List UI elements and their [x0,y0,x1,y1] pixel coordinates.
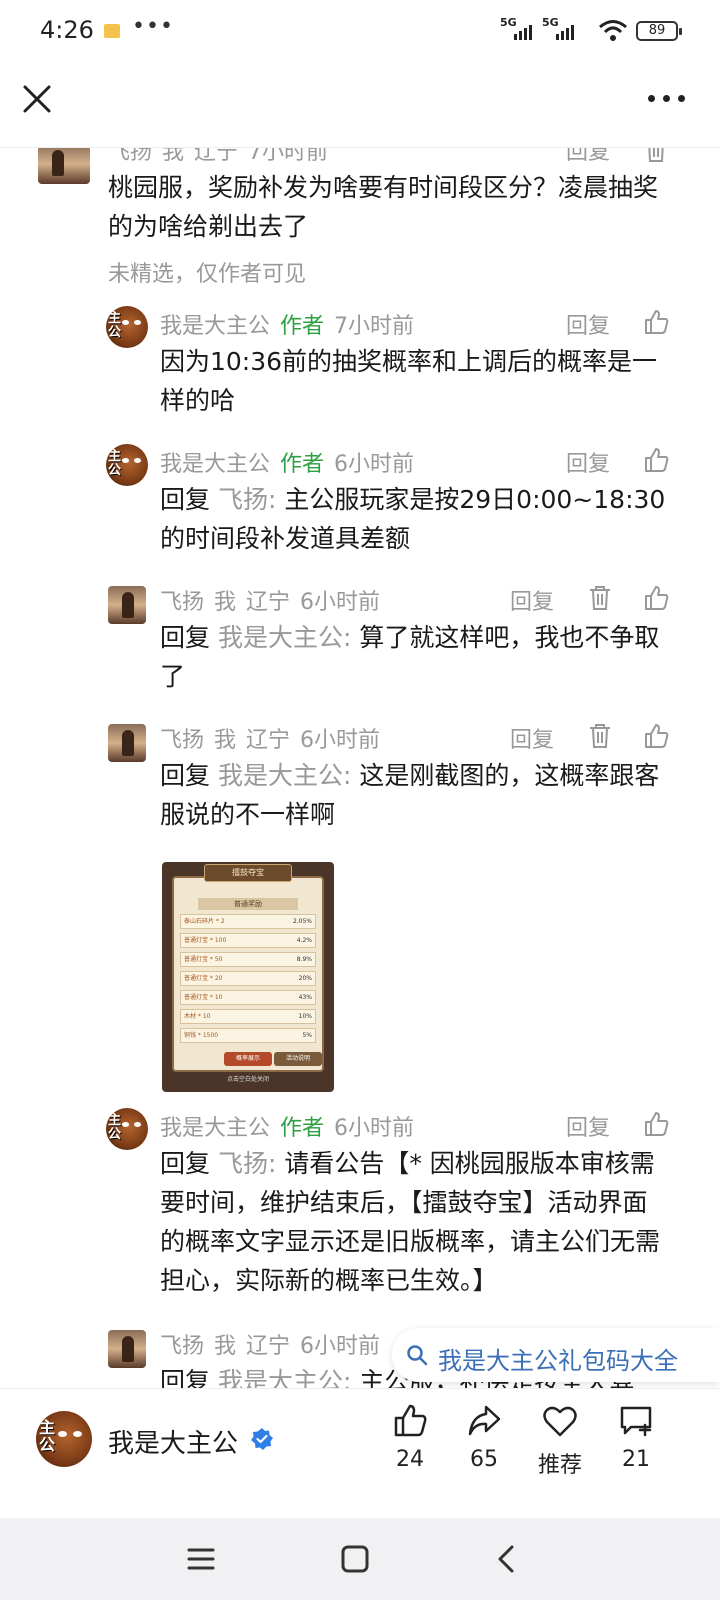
reply-target[interactable]: 我是大主公: [218,761,351,790]
image-row: 普通灯宝 * 50 8.9% [180,952,316,967]
image-row: 普通灯宝 * 20 20% [180,971,316,986]
image-title: 擂鼓夺宝 [204,864,292,882]
comment-meta: 我是大主公 作者 6小时前 [160,452,415,477]
home-icon[interactable] [338,1542,372,1576]
image-button: 概率展示 [224,1052,272,1066]
recommend-label: 推荐 [537,1453,582,1478]
comment-meta: 我是大主公 作者 7小时前 [160,314,415,339]
avatar[interactable]: 主公 [106,306,148,348]
delete-icon[interactable] [642,148,670,164]
avatar[interactable] [108,1330,146,1368]
delete-icon[interactable] [586,722,614,750]
comment-icon [620,1406,652,1437]
image-row: 泰山石碎片 * 2 2.05% [180,914,316,929]
thumbs-up-icon[interactable] [642,308,670,336]
share-button[interactable]: 65 [452,1403,516,1499]
image-row: 普通灯宝 * 10 43% [180,990,316,1005]
avatar[interactable] [108,586,146,624]
image-subtitle: 普通奖励 [198,898,298,910]
battery-icon: 89 [636,21,682,41]
comment-text: 桃园服，奖励补发为啥要有时间段区分？凌晨抽奖的为啥给剃出去了 [108,173,659,241]
reply-target[interactable]: 飞扬: [218,485,276,514]
comment-image[interactable]: 擂鼓夺宝 普通奖励 泰山石碎片 * 2 2.05% 普通灯宝 * 100 4.2% … [162,862,334,1092]
delete-icon[interactable] [586,584,614,612]
wifi-icon [599,20,627,41]
like-count: 24 [396,1447,424,1472]
reply-button[interactable]: 回复 [566,1110,610,1142]
comment-count: 21 [622,1447,650,1472]
recommend-button[interactable]: 推荐 [528,1403,592,1499]
back-icon[interactable] [490,1542,524,1576]
comment-button[interactable]: 21 [604,1403,668,1499]
image-button: 活动说明 [274,1052,322,1066]
share-count: 65 [470,1447,498,1472]
menu-icon[interactable] [184,1542,218,1576]
thumbs-up-icon[interactable] [642,446,670,474]
image-row: 铜钱 * 1500 5% [180,1028,316,1043]
more-icon[interactable] [648,92,688,106]
verified-icon [251,1428,273,1450]
comment-text: 回复 飞扬: 主公服玩家是按29日0:00~18:30的时间段补发道具差额 [160,485,666,553]
system-nav-bar [0,1518,720,1600]
reply-target[interactable]: 我是大主公: [218,623,351,652]
notification-icon [104,24,120,38]
reply-button[interactable]: 回复 [510,722,554,754]
thumbs-up-icon[interactable] [642,584,670,612]
search-icon [407,1345,428,1366]
comment-meta: 飞扬我辽宁 6小时前 [160,728,381,753]
signal-icon: 5G [500,16,540,42]
comment-text: 回复 我是大主公: 算了就这样吧，我也不争取了 [160,623,660,691]
avatar[interactable]: 主公 [106,1108,148,1150]
image-row: 普通灯宝 * 100 4.2% [180,933,316,948]
comment-meta: 飞扬我辽宁 7小时前 [108,148,329,165]
author-avatar[interactable]: 主公 [36,1411,92,1467]
thumbs-up-icon[interactable] [642,1110,670,1138]
related-search-pill[interactable]: 我是大主公礼包码大全 [392,1328,720,1382]
author-name[interactable]: 我是大主公 [108,1423,238,1460]
more-notifications-icon: ••• [132,14,174,39]
avatar[interactable] [108,724,146,762]
comment-list: 飞扬我辽宁 7小时前 回复 桃园服，奖励补发为啥要有时间段区分？凌晨抽奖的为啥给剃… [0,148,720,1388]
avatar[interactable]: 主公 [106,444,148,486]
status-bar: 4:26 ••• 5G 5G 89 [0,0,720,62]
image-hint: 点击空白处关闭 [226,1076,269,1083]
reply-button[interactable]: 回复 [566,308,610,340]
comment-meta: 飞扬我辽宁 6小时前 [160,1334,381,1359]
comment-text: 回复 飞扬: 请看公告【* 因桃园服版本审核需要时间，维护结束后，【擂鼓夺宝】活… [160,1149,661,1295]
related-search-text: 我是大主公礼包码大全 [438,1347,678,1375]
reply-target[interactable]: 飞扬: [218,1149,276,1178]
status-time: 4:26 [40,16,94,44]
visibility-note: 未精选，仅作者可见 [108,262,307,287]
heart-icon [543,1406,577,1437]
comment-meta: 我是大主公 作者 6小时前 [160,1116,415,1141]
comment-text: 因为10:36前的抽奖概率和上调后的概率是一样的哈 [160,347,658,415]
comment-meta: 飞扬我辽宁 6小时前 [160,590,381,615]
image-row: 木材 * 10 10% [180,1009,316,1024]
bottom-action-bar: 主公 我是大主公 24 65 推荐 21 [0,1388,720,1518]
reply-button[interactable]: 回复 [510,584,554,616]
comment-text: 回复 我是大主公: 这是刚截图的，这概率跟客服说的不一样啊 [160,761,660,829]
thumbs-up-icon[interactable] [642,722,670,750]
reply-target[interactable]: 我是大主公: [218,1367,351,1388]
signal-icon: 5G [542,16,582,42]
reply-button[interactable]: 回复 [566,148,610,166]
reply-button[interactable]: 回复 [566,446,610,478]
avatar[interactable] [38,148,90,184]
like-button[interactable]: 24 [378,1403,442,1499]
page-header [0,62,720,148]
close-icon[interactable] [20,82,54,116]
thumbs-up-icon [394,1404,427,1437]
share-icon [468,1405,501,1436]
